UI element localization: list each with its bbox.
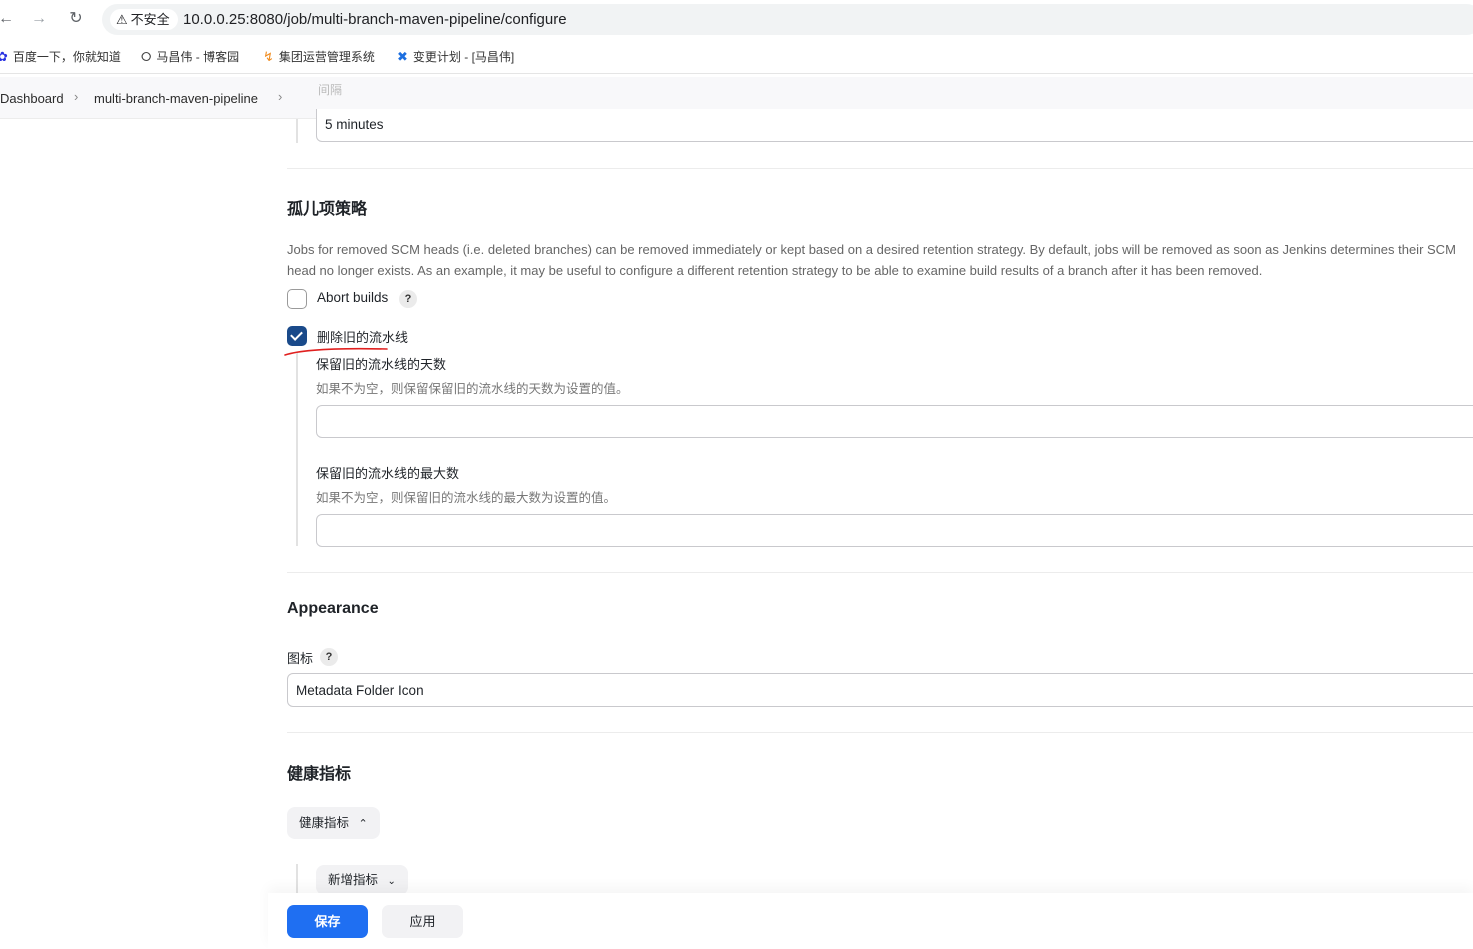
section-indent-line [296,119,298,143]
bookmark-label: 百度一下，你就知道 [12,50,121,64]
icon-select-value: Metadata Folder Icon [296,683,424,698]
confluence-icon: ✖ [397,49,408,64]
chevron-right-icon[interactable]: › [278,89,282,104]
description-line: Jobs for removed SCM heads (i.e. deleted… [287,242,1456,257]
days-to-keep-input[interactable] [316,405,1473,438]
scan-interval-value: 5 minutes [325,117,384,132]
section-divider [287,168,1473,169]
section-divider [287,572,1473,573]
bookmark-label: 集团运营管理系统 [278,50,375,64]
max-to-keep-input[interactable] [316,514,1473,547]
help-icon[interactable]: ? [320,648,338,666]
description-line: head no longer exists. As an example, it… [287,263,1263,278]
discard-old-items-label[interactable]: 删除旧的流水线 [317,327,408,346]
add-metric-label: 新增指标 [328,873,379,887]
url-text[interactable]: 10.0.0.25:8080/job/multi-branch-maven-pi… [183,10,567,29]
abort-builds-label[interactable]: Abort builds [317,290,388,305]
bookmark-label: 变更计划 - [马昌伟] [412,50,515,64]
discard-old-items-checkbox[interactable] [287,326,307,346]
abort-builds-checkbox[interactable] [287,289,307,309]
health-metrics-toggle[interactable]: 健康指标 ⌃ [287,807,380,839]
breadcrumb-job[interactable]: multi-branch-maven-pipeline [94,91,258,107]
max-to-keep-label: 保留旧的流水线的最大数 [316,466,460,481]
scan-interval-label-behind: 间隔 [318,83,343,97]
security-chip[interactable]: ⚠ 不安全 [110,9,178,30]
warning-triangle-icon: ⚠ [116,12,128,27]
bookmark-cnblogs[interactable]: ⭘ 马昌伟 - 博客园 [141,49,239,65]
icon-label: 图标 [287,651,314,666]
baidu-paw-icon: ✿ [0,49,8,64]
apply-button[interactable]: 应用 [382,905,463,938]
breadcrumb-dashboard[interactable]: Dashboard [0,91,64,107]
days-to-keep-description: 如果不为空，则保留保留旧的流水线的天数为设置的值。 [316,382,629,396]
section-divider [287,732,1473,733]
section-indent-line [296,353,298,546]
add-metric-button[interactable]: 新增指标 ⌄ [316,865,408,895]
security-label: 不安全 [130,12,170,27]
bookmark-ops-system[interactable]: ↯ 集团运营管理系统 [263,49,375,65]
reload-icon[interactable]: ↻ [66,9,86,29]
cnblogs-icon: ⭘ [141,49,152,64]
bookmark-baidu[interactable]: ✿ 百度一下，你就知道 [0,49,121,65]
icon-select[interactable]: Metadata Folder Icon [287,673,1473,707]
appearance-heading: Appearance [287,600,379,617]
orange-spark-icon: ↯ [263,49,274,64]
browser-toolbar: ← → ↻ ⚠ 不安全 10.0.0.25:8080/job/multi-bran… [0,0,1473,38]
back-arrow-icon[interactable]: ← [0,9,16,29]
form-actions-bar: 保存 应用 [268,893,1473,949]
health-metrics-toggle-label: 健康指标 [299,816,350,830]
orphan-strategy-description: Jobs for removed SCM heads (i.e. deleted… [287,239,1473,281]
scan-interval-select[interactable]: 5 minutes [316,109,1473,142]
max-to-keep-description: 如果不为空，则保留旧的流水线的最大数为设置的值。 [316,491,617,505]
chevron-up-icon: ⌃ [358,818,368,830]
health-metrics-heading: 健康指标 [287,766,352,783]
days-to-keep-label: 保留旧的流水线的天数 [316,357,447,372]
help-icon[interactable]: ? [399,290,417,308]
chevron-right-icon: › [74,89,79,104]
address-bar[interactable]: ⚠ 不安全 10.0.0.25:8080/job/multi-branch-mav… [102,4,1473,35]
bookmark-change-plan[interactable]: ✖ 变更计划 - [马昌伟] [397,49,514,65]
chevron-down-icon: ⌄ [387,876,396,887]
orphan-strategy-heading: 孤儿项策略 [287,201,368,218]
forward-arrow-icon[interactable]: → [29,9,49,29]
bookmarks-bar: ✿ 百度一下，你就知道 ⭘ 马昌伟 - 博客园 ↯ 集团运营管理系统 ✖ 变更计划 - … [0,40,1473,74]
save-button[interactable]: 保存 [287,905,368,938]
bookmark-label: 马昌伟 - 博客园 [156,50,240,64]
configure-form: 5 minutes 孤儿项策略 Jobs for removed SCM hea… [0,109,1473,949]
